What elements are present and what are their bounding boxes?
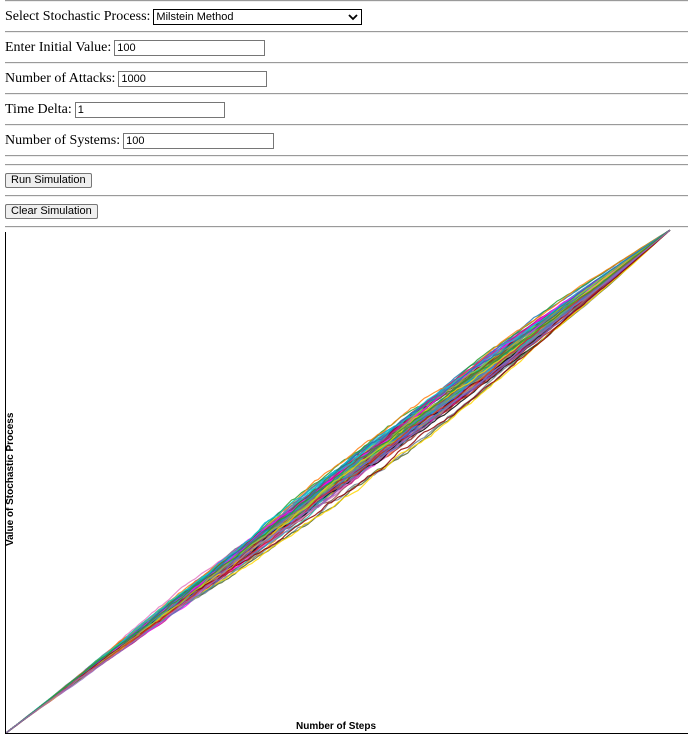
attacks-row: Number of Attacks: [5, 64, 688, 93]
chart-container: Number of Steps Value of Stochastic Proc… [5, 228, 688, 740]
systems-label: Number of Systems: [5, 132, 121, 148]
y-axis-label: Value of Stochastic Process [5, 412, 16, 546]
attacks-input[interactable] [118, 70, 268, 87]
clear-simulation-button[interactable]: Clear Simulation [5, 204, 98, 219]
systems-input[interactable] [123, 132, 275, 149]
systems-row: Number of Systems: [5, 126, 688, 155]
clear-row: Clear Simulation [5, 197, 688, 226]
run-simulation-button[interactable]: Run Simulation [5, 173, 92, 188]
run-row: Run Simulation [5, 166, 688, 195]
process-select-wrap[interactable]: Milstein Method [153, 8, 363, 25]
series-group [5, 229, 671, 734]
initial-value-row: Enter Initial Value: [5, 33, 688, 62]
initial-value-label: Enter Initial Value: [5, 39, 112, 55]
simulation-chart: Number of Steps Value of Stochastic Proc… [5, 229, 688, 734]
initial-value-input[interactable] [114, 39, 266, 56]
attacks-label: Number of Attacks: [5, 70, 116, 86]
x-axis-label: Number of Steps [296, 721, 376, 732]
process-label: Select Stochastic Process: [5, 8, 151, 24]
process-select[interactable]: Milstein Method [153, 8, 363, 25]
process-row: Select Stochastic Process: Milstein Meth… [5, 2, 688, 31]
time-delta-label: Time Delta: [5, 101, 72, 117]
simulation-page: Select Stochastic Process: Milstein Meth… [0, 0, 693, 740]
time-delta-row: Time Delta: [5, 95, 688, 124]
time-delta-input[interactable] [74, 101, 225, 118]
